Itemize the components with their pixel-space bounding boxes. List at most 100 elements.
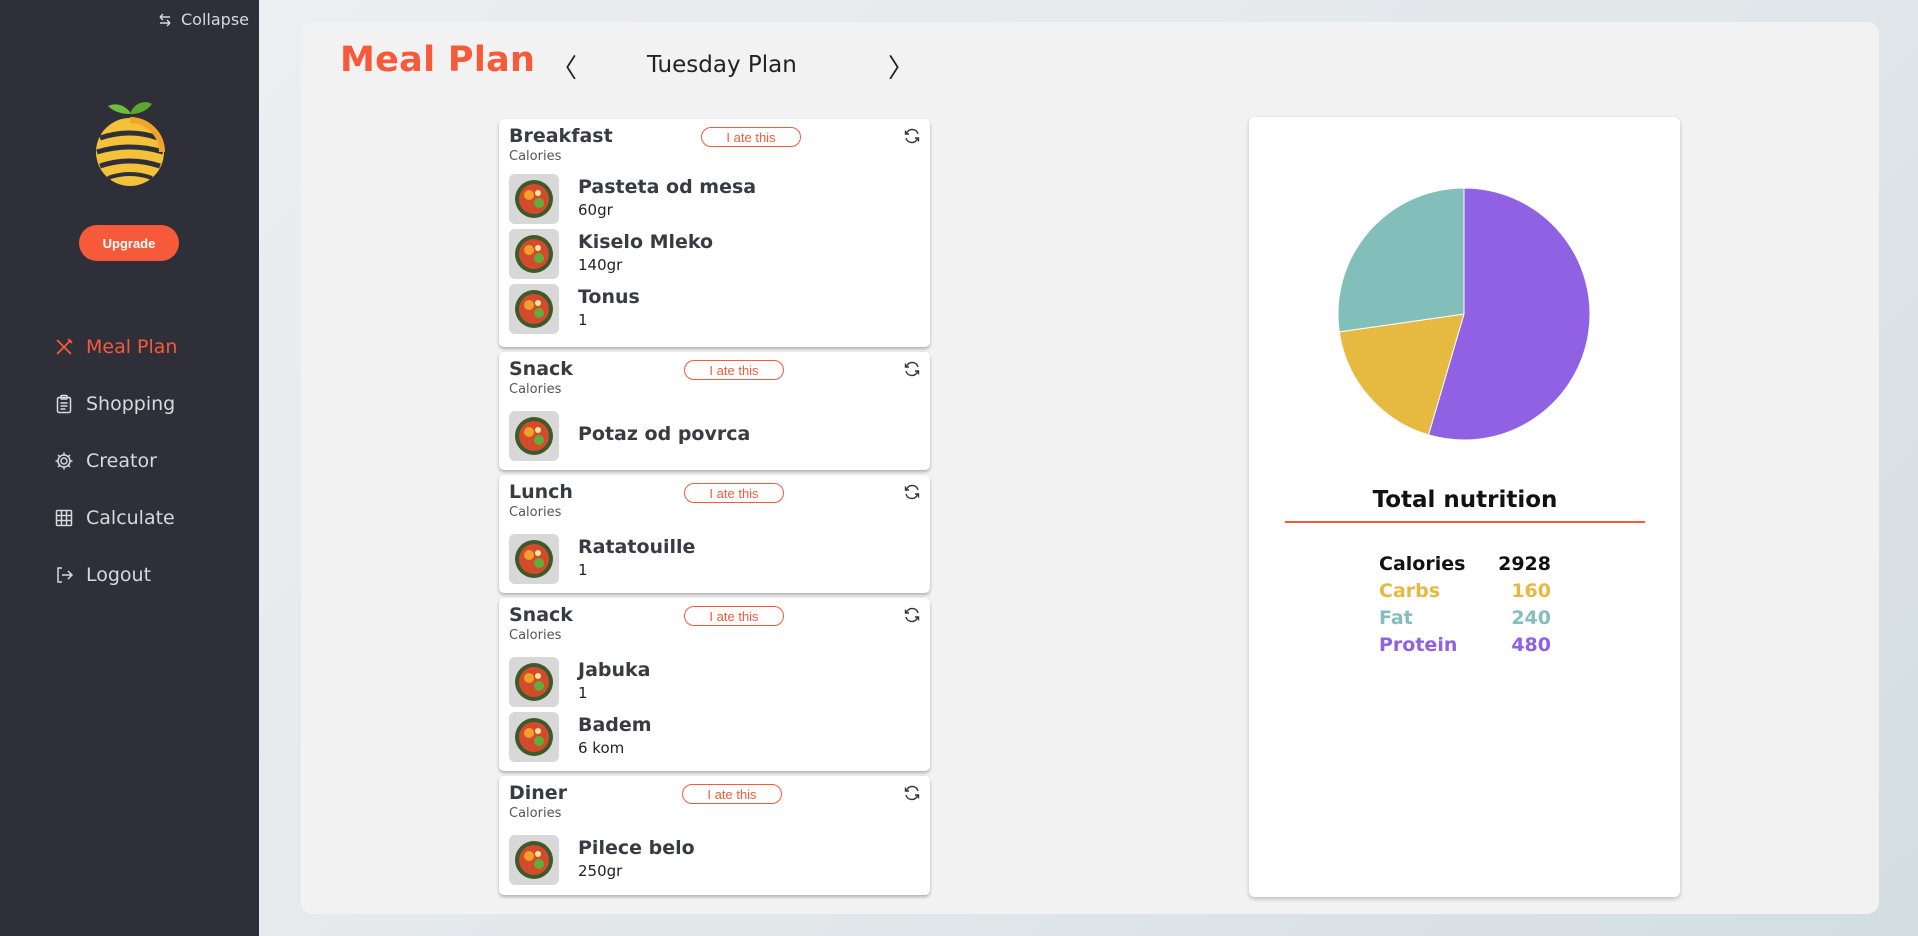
meal-card-breakfast: Breakfast Calories I ate this Pasteta od… xyxy=(499,119,930,347)
salad-bowl-image xyxy=(509,174,559,224)
nutrition-label: Carbs xyxy=(1379,580,1441,602)
nutrition-label: Calories xyxy=(1379,553,1466,575)
food-amount: 1 xyxy=(578,311,588,329)
food-item[interactable]: Pasteta od mesa 60gr xyxy=(509,174,920,229)
food-amount: 250gr xyxy=(578,862,623,880)
nutrition-pie-chart xyxy=(1337,187,1591,441)
food-item[interactable]: Ratatouille 1 xyxy=(509,534,920,589)
collapse-button[interactable]: Collapse xyxy=(157,10,249,29)
prev-day-button[interactable]: 〈 xyxy=(551,48,577,85)
refresh-icon[interactable] xyxy=(903,784,921,802)
sidebar-item-logout[interactable]: Logout xyxy=(54,546,177,603)
nutrition-row-fat: Fat 240 xyxy=(1379,607,1551,634)
food-list: Pasteta od mesa 60gr Kiselo Mleko 140gr xyxy=(509,174,920,339)
salad-bowl-image xyxy=(509,284,559,334)
ate-this-button[interactable]: I ate this xyxy=(684,360,784,380)
food-list: Potaz od povrca xyxy=(509,411,920,466)
sidebar-item-label: Logout xyxy=(86,563,152,586)
nutrition-card: Total nutrition Calories 2928 Carbs 160 … xyxy=(1249,117,1680,897)
meal-calories: Calories xyxy=(509,505,562,520)
food-list: Ratatouille 1 xyxy=(509,534,920,589)
sidebar-item-label: Calculate xyxy=(86,506,175,529)
food-name: Jabuka xyxy=(578,659,651,681)
sidebar-item-label: Shopping xyxy=(86,392,176,415)
meal-card-snack: Snack Calories I ate this Potaz od povrc… xyxy=(499,352,930,470)
nutrition-value: 240 xyxy=(1511,607,1551,629)
meal-list: Breakfast Calories I ate this Pasteta od… xyxy=(499,119,930,900)
gear-icon xyxy=(55,452,73,469)
nutrition-value: 160 xyxy=(1511,580,1551,602)
clipboard-icon xyxy=(56,394,72,413)
food-item[interactable]: Pilece belo 250gr xyxy=(509,835,920,890)
upgrade-button[interactable]: Upgrade xyxy=(79,225,179,261)
food-amount: 6 kom xyxy=(578,739,625,757)
food-amount: 140gr xyxy=(578,256,623,274)
food-name: Badem xyxy=(578,714,652,736)
nutrition-title: Total nutrition xyxy=(1285,487,1645,523)
refresh-icon[interactable] xyxy=(903,127,921,145)
day-label: Tuesday Plan xyxy=(647,52,797,78)
meal-card-snack: Snack Calories I ate this Jabuka 1 Badem… xyxy=(499,598,930,771)
food-name: Pilece belo xyxy=(578,837,695,859)
food-name: Potaz od povrca xyxy=(578,423,751,445)
food-list: Pilece belo 250gr xyxy=(509,835,920,890)
meal-calories: Calories xyxy=(509,149,562,164)
next-day-button[interactable]: 〉 xyxy=(888,48,914,85)
fork-knife-icon xyxy=(56,337,73,355)
food-item[interactable]: Potaz od povrca xyxy=(509,411,920,466)
logout-icon xyxy=(57,566,74,583)
refresh-icon[interactable] xyxy=(903,360,921,378)
sidebar-nav: Meal Plan Shopping Creator Calculate Log… xyxy=(54,318,177,603)
food-amount: 1 xyxy=(578,684,588,702)
food-name: Kiselo Mleko xyxy=(578,231,714,253)
nutrition-label: Fat xyxy=(1379,607,1413,629)
food-item[interactable]: Kiselo Mleko 140gr xyxy=(509,229,920,284)
salad-bowl-image xyxy=(509,657,559,707)
food-item[interactable]: Jabuka 1 xyxy=(509,657,920,712)
nutrition-row-carbs: Carbs 160 xyxy=(1379,580,1551,607)
meal-card-lunch: Lunch Calories I ate this Ratatouille 1 xyxy=(499,475,930,593)
salad-bowl-image xyxy=(509,712,559,762)
swap-arrows-icon xyxy=(159,13,171,26)
pie-slice-fat xyxy=(1337,187,1465,333)
meal-card-diner: Diner Calories I ate this Pilece belo 25… xyxy=(499,776,930,895)
main-panel: Meal Plan 〈 Tuesday Plan 〉 Breakfast Cal… xyxy=(301,22,1879,914)
refresh-icon[interactable] xyxy=(903,606,921,624)
page-title: Meal Plan xyxy=(340,40,536,80)
ate-this-button[interactable]: I ate this xyxy=(682,784,782,804)
sidebar: Collapse Upgrade Meal Plan Shopping Crea… xyxy=(0,0,259,936)
salad-bowl-image xyxy=(509,411,559,461)
meal-calories: Calories xyxy=(509,382,562,397)
nutrition-value: 2928 xyxy=(1498,553,1551,575)
meal-calories: Calories xyxy=(509,806,562,821)
food-amount: 60gr xyxy=(578,201,613,219)
nutrition-value: 480 xyxy=(1511,634,1551,656)
nutrition-label: Protein xyxy=(1379,634,1458,656)
sidebar-item-label: Meal Plan xyxy=(86,335,178,358)
ate-this-button[interactable]: I ate this xyxy=(684,606,784,626)
collapse-label: Collapse xyxy=(181,10,249,29)
food-item[interactable]: Tonus 1 xyxy=(509,284,920,339)
food-name: Ratatouille xyxy=(578,536,696,558)
salad-bowl-image xyxy=(509,534,559,584)
sidebar-item-calculate[interactable]: Calculate xyxy=(54,489,177,546)
food-list: Jabuka 1 Badem 6 kom xyxy=(509,657,920,767)
refresh-icon[interactable] xyxy=(903,483,921,501)
day-navigator: 〈 Tuesday Plan 〉 xyxy=(551,48,1211,88)
nutrition-row-protein: Protein 480 xyxy=(1379,634,1551,661)
sidebar-item-shopping[interactable]: Shopping xyxy=(54,375,177,432)
food-amount: 1 xyxy=(578,561,588,579)
food-name: Pasteta od mesa xyxy=(578,176,757,198)
orange-logo xyxy=(96,102,165,186)
meal-calories: Calories xyxy=(509,628,562,643)
ate-this-button[interactable]: I ate this xyxy=(701,127,801,147)
sidebar-item-creator[interactable]: Creator xyxy=(54,432,177,489)
nutrition-row-calories: Calories 2928 xyxy=(1379,553,1551,580)
table-icon xyxy=(55,509,73,526)
nutrition-table: Calories 2928 Carbs 160 Fat 240 Protein … xyxy=(1379,553,1551,661)
food-item[interactable]: Badem 6 kom xyxy=(509,712,920,767)
ate-this-button[interactable]: I ate this xyxy=(684,483,784,503)
sidebar-item-meal-plan[interactable]: Meal Plan xyxy=(54,318,177,375)
salad-bowl-image xyxy=(509,229,559,279)
food-name: Tonus xyxy=(578,286,640,308)
